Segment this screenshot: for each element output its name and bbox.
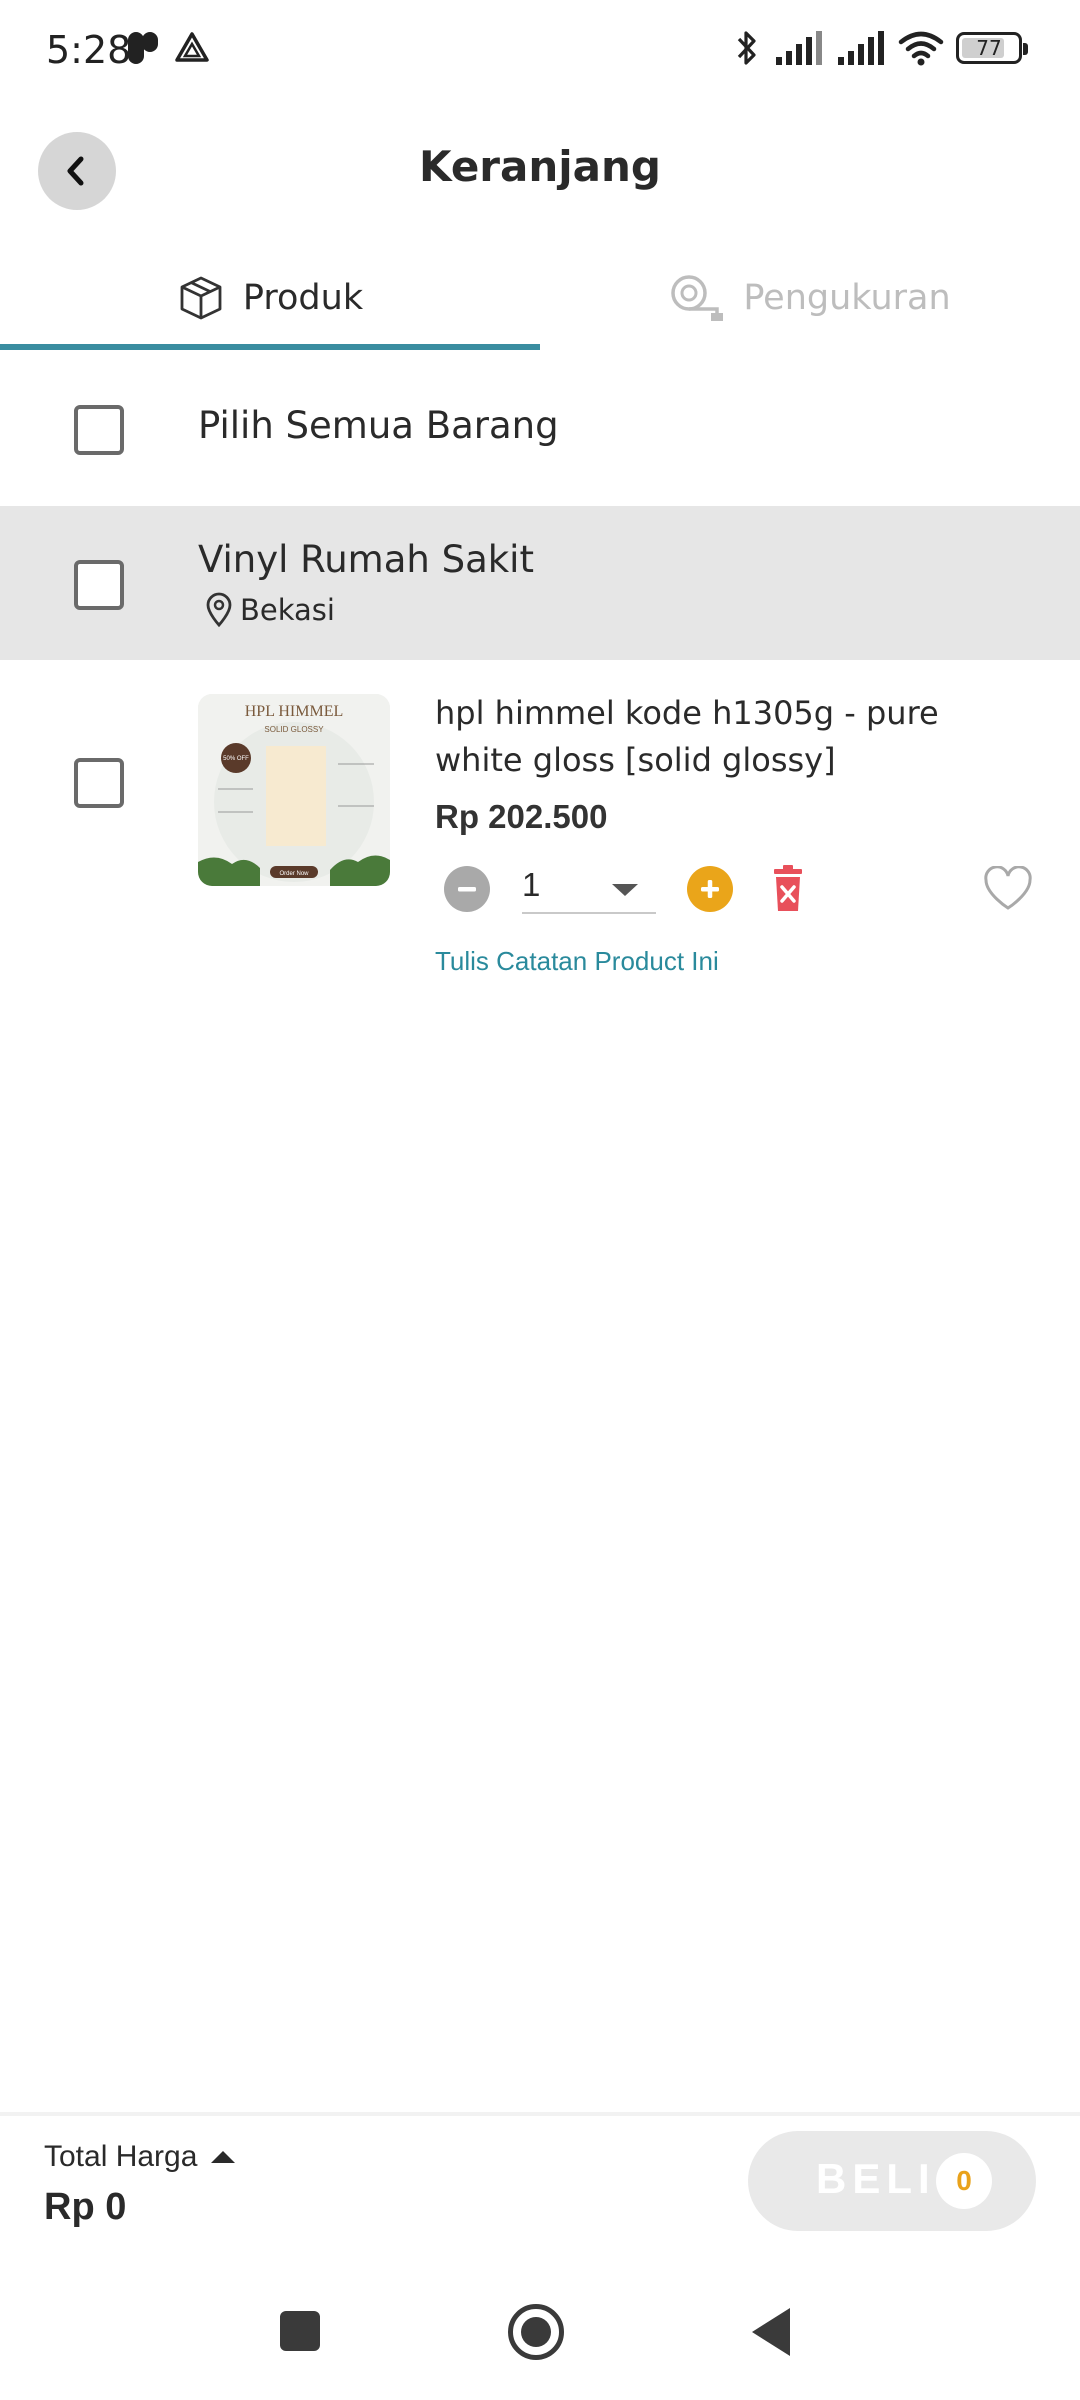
home-dot: [521, 2317, 551, 2347]
select-all-checkbox[interactable]: [74, 405, 124, 455]
location-pin-icon: [206, 592, 232, 628]
status-right-icons: 77: [732, 28, 1028, 68]
thumb-brand: HPL HIMMEL: [245, 703, 344, 720]
buy-label: BELI: [816, 2155, 936, 2202]
product-name[interactable]: hpl himmel kode h1305g - pure white glos…: [435, 690, 1035, 784]
store-name: Vinyl Rumah Sakit: [198, 538, 534, 581]
status-left-icons: [126, 30, 210, 66]
signal-icon-2: [838, 31, 884, 65]
wishlist-button[interactable]: [982, 865, 1034, 912]
box-icon: [180, 276, 222, 320]
home-button[interactable]: [508, 2304, 564, 2360]
recent-apps-button[interactable]: [280, 2311, 320, 2351]
store-location-text: Bekasi: [240, 593, 335, 627]
tab-pengukuran[interactable]: Pengukuran: [540, 250, 1080, 346]
quantity-dropdown[interactable]: 1: [522, 862, 656, 914]
cart-item: HPL HIMMEL SOLID GLOSSY 50% OFF Order No…: [0, 660, 1080, 990]
tab-bar: Produk Pengukuran: [0, 250, 1080, 352]
store-row: Vinyl Rumah Sakit Bekasi: [0, 506, 1080, 660]
store-location: Bekasi: [204, 592, 335, 628]
total-value: Rp 0: [44, 2186, 127, 2228]
tab-produk[interactable]: Produk: [0, 250, 540, 346]
active-tab-indicator: [0, 344, 540, 350]
delete-item-button[interactable]: [768, 864, 808, 914]
battery-icon: 77: [956, 32, 1028, 64]
page-title: Keranjang: [419, 142, 661, 191]
quantity-value: 1: [522, 866, 541, 903]
quantity-decrease-button[interactable]: [444, 866, 490, 912]
battery-tip: [1023, 43, 1028, 55]
product-thumbnail[interactable]: HPL HIMMEL SOLID GLOSSY 50% OFF Order No…: [198, 694, 390, 886]
store-checkbox[interactable]: [74, 560, 124, 610]
bluetooth-icon: [737, 31, 756, 65]
heart-icon: [984, 865, 1032, 910]
quantity-increase-button[interactable]: [687, 866, 733, 912]
bottom-divider: [0, 2112, 1080, 2116]
system-back-button[interactable]: [752, 2308, 790, 2356]
drive-icon: [175, 32, 209, 62]
thumb-cta: Order Now: [279, 871, 309, 877]
caret-down-icon: [612, 884, 638, 896]
buy-count-badge: 0: [936, 2153, 992, 2209]
plus-icon: [701, 880, 719, 898]
product-image: HPL HIMMEL SOLID GLOSSY 50% OFF Order No…: [198, 694, 390, 886]
status-bar: 5:28 77: [0, 0, 1080, 105]
thumb-subtitle: SOLID GLOSSY: [264, 725, 324, 734]
total-label-toggle[interactable]: Total Harga: [44, 2140, 236, 2174]
minus-icon: [458, 887, 476, 892]
total-label: Total Harga: [44, 2140, 198, 2173]
system-nav-bar: [0, 2270, 1080, 2400]
product-checkbox[interactable]: [74, 758, 124, 808]
tab-pengukuran-label: Pengukuran: [743, 278, 951, 318]
buy-button[interactable]: BELI 0: [748, 2131, 1036, 2231]
write-note-link[interactable]: Tulis Catatan Product Ini: [435, 946, 719, 977]
tab-produk-label: Produk: [242, 278, 364, 318]
status-time: 5:28: [46, 28, 132, 72]
trash-icon: [774, 865, 802, 911]
measuring-tape-icon: [671, 275, 724, 321]
battery-level: 77: [976, 36, 1002, 60]
app-notification-icon: [128, 32, 158, 64]
product-price: Rp 202.500: [435, 798, 608, 835]
select-all-label: Pilih Semua Barang: [198, 404, 559, 447]
thumb-badge: 50% OFF: [223, 756, 249, 762]
wifi-icon: [898, 31, 944, 66]
select-all-row: Pilih Semua Barang: [0, 352, 1080, 506]
signal-icon: [776, 31, 822, 65]
caret-up-icon: [211, 2151, 236, 2163]
